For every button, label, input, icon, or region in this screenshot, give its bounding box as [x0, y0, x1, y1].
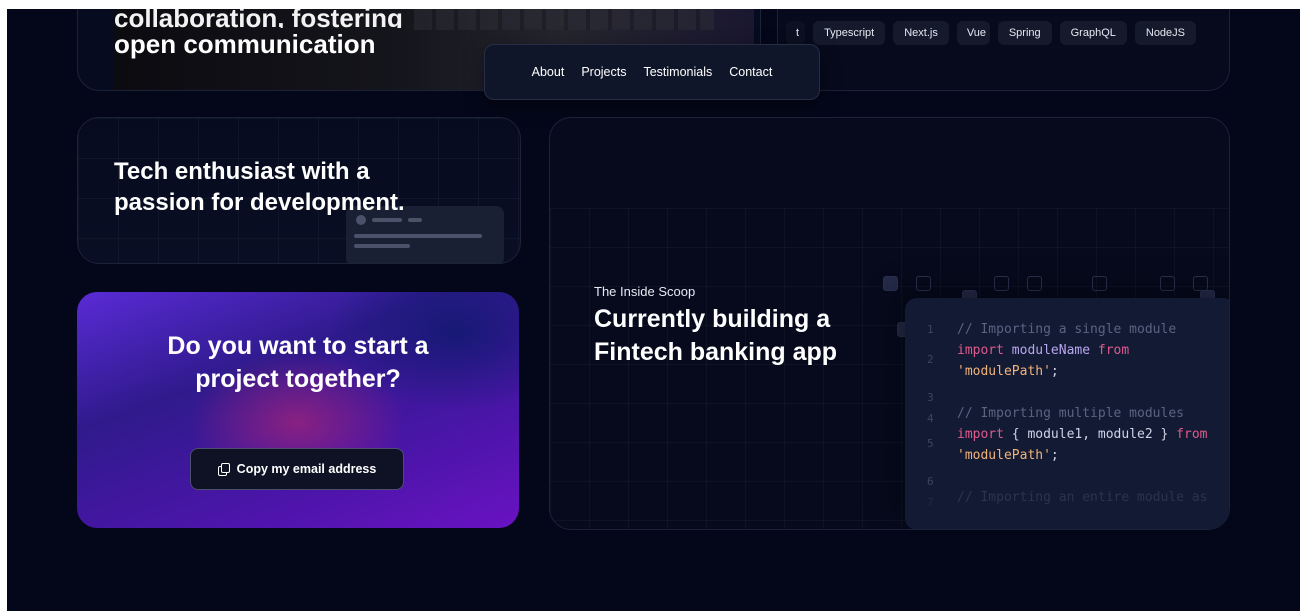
line-number: 3: [927, 391, 934, 404]
code-keyword: from: [1097, 343, 1130, 358]
grid-square: [1193, 276, 1208, 291]
code-snippet-panel: 1 // Importing a single module 2 import …: [905, 298, 1229, 529]
tech-stack-card: t Typescript Next.js Vue Spring GraphQL …: [777, 9, 1230, 91]
code-keyword: import: [957, 427, 1004, 442]
code-punctuation: ;: [1050, 364, 1059, 379]
grid-square: [916, 276, 931, 291]
tech-tag: Spring: [997, 21, 1052, 45]
code-statement: 'modulePath';: [957, 361, 1059, 382]
tech-card-title: Tech enthusiast with a passion for devel…: [114, 156, 405, 218]
intro-card-title: collaboration, fostering open communicat…: [114, 9, 403, 60]
code-comment: // Importing a single module: [957, 322, 1177, 337]
line-number: 5: [927, 437, 934, 450]
line-number: 7: [927, 496, 934, 509]
grid-square: [1027, 276, 1042, 291]
scoop-title-line2: Fintech banking app: [594, 338, 838, 366]
scoop-title-line1: Currently building a: [594, 305, 831, 333]
tech-tag: Vue: [956, 21, 990, 45]
code-identifier: moduleName: [1011, 343, 1091, 358]
copy-email-label: Copy my email address: [236, 462, 377, 476]
code-statement: import { module1, module2 } from: [957, 424, 1207, 445]
mini-window-bar: [354, 234, 482, 238]
code-keyword: from: [1176, 427, 1208, 442]
copy-email-button[interactable]: Copy my email address: [190, 448, 404, 490]
code-string: 'modulePath': [957, 448, 1051, 463]
cta-title-line1: Do you want to start a: [167, 332, 429, 360]
intro-title-line2: open communication: [114, 29, 376, 59]
grid-square: [1160, 276, 1175, 291]
code-statement: 'modulePath';: [957, 445, 1059, 466]
grid-square: [1092, 276, 1107, 291]
nav-projects[interactable]: Projects: [581, 65, 626, 79]
code-comment: // Importing multiple modules: [957, 406, 1184, 421]
line-number: 6: [927, 475, 934, 488]
tech-tag: GraphQL: [1059, 21, 1127, 45]
code-comment: // Importing an entire module as: [957, 490, 1208, 505]
code-statement: import moduleName from: [957, 340, 1129, 361]
nav-testimonials[interactable]: Testimonials: [643, 65, 712, 79]
cta-title: Do you want to start a project together?: [77, 330, 519, 396]
line-number: 2: [927, 353, 934, 366]
inside-scoop-card: The Inside Scoop Currently building a Fi…: [549, 117, 1230, 530]
mini-window-bar: [408, 218, 422, 222]
code-identifier: { module1, module2 }: [1011, 427, 1169, 442]
code-punctuation: ;: [1050, 448, 1059, 463]
tech-tag: Typescript: [813, 21, 886, 45]
scoop-title: Currently building a Fintech banking app: [594, 303, 837, 369]
page: collaboration, fostering open communicat…: [7, 9, 1300, 611]
nav-about[interactable]: About: [532, 65, 565, 79]
intro-title-line1: collaboration, fostering: [114, 9, 403, 28]
project-cta-card: Do you want to start a project together?…: [77, 292, 519, 528]
mini-window-bar: [372, 218, 402, 222]
tech-tag: Next.js: [893, 21, 949, 45]
scoop-kicker: The Inside Scoop: [594, 284, 696, 299]
line-number: 4: [927, 412, 934, 425]
code-string: 'modulePath': [957, 364, 1051, 379]
mini-window-bar: [354, 244, 410, 248]
grid-square: [994, 276, 1009, 291]
grid-square: [883, 276, 898, 291]
cta-title-line2: project together?: [195, 365, 401, 393]
line-number: 1: [927, 323, 934, 336]
floating-navbar: About Projects Testimonials Contact: [484, 44, 820, 100]
tech-tag: t: [786, 21, 806, 45]
copy-icon: [217, 463, 230, 476]
tech-stack-tags: t Typescript Next.js Vue Spring GraphQL …: [786, 21, 1197, 45]
tech-enthusiast-card: Tech enthusiast with a passion for devel…: [77, 117, 521, 264]
nav-contact[interactable]: Contact: [729, 65, 772, 79]
tech-title-line1: Tech enthusiast with a: [114, 158, 370, 185]
tech-title-line2: passion for development.: [114, 189, 405, 216]
tech-tag: NodeJS: [1134, 21, 1197, 45]
code-keyword: import: [957, 343, 1004, 358]
